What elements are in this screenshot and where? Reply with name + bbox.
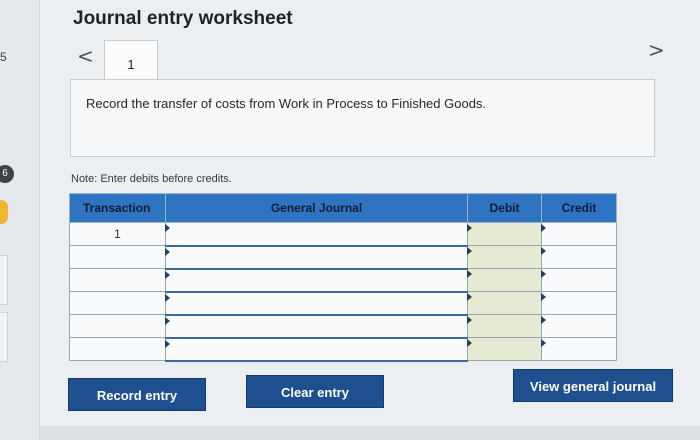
general-journal-input[interactable] (165, 337, 468, 362)
credit-input[interactable] (541, 245, 617, 269)
dropdown-marker-icon (467, 247, 472, 255)
transaction-cell: 1 (69, 222, 166, 246)
table-row (69, 291, 617, 316)
debit-input[interactable] (467, 314, 542, 338)
bottom-edge (40, 426, 700, 440)
table-row (69, 268, 617, 293)
view-general-journal-button[interactable]: View general journal (513, 369, 673, 402)
debit-input[interactable] (467, 337, 542, 361)
dropdown-marker-icon (165, 339, 170, 348)
general-journal-input[interactable] (165, 314, 468, 339)
instruction-text: Record the transfer of costs from Work i… (86, 96, 487, 111)
chevron-left-icon[interactable]: < (77, 44, 94, 68)
dropdown-marker-icon (467, 339, 472, 347)
transaction-cell (69, 268, 166, 292)
rail-panel (0, 255, 8, 305)
transaction-cell (69, 337, 166, 361)
dropdown-marker-icon (165, 316, 170, 325)
dropdown-marker-icon (541, 293, 546, 301)
instruction-panel: Record the transfer of costs from Work i… (70, 79, 655, 157)
note-text: Note: Enter debits before credits. (71, 173, 232, 185)
question-rail: 5 6 (0, 0, 40, 440)
table-header-row: Transaction General Journal Debit Credit (69, 193, 617, 223)
general-journal-input[interactable] (165, 245, 468, 270)
credit-input[interactable] (541, 337, 617, 361)
table-row (69, 245, 617, 270)
rail-panel (0, 312, 8, 362)
tab-entry-1[interactable]: 1 (104, 40, 158, 80)
table-row: 1 (69, 222, 617, 247)
question-number[interactable]: 5 (0, 50, 7, 64)
dropdown-marker-icon (541, 224, 546, 232)
transaction-cell (69, 314, 166, 338)
dropdown-marker-icon (541, 247, 546, 255)
credit-input[interactable] (541, 268, 617, 292)
debit-input[interactable] (467, 268, 542, 292)
debit-input[interactable] (467, 291, 542, 315)
header-general-journal: General Journal (165, 193, 468, 223)
question-number-active[interactable]: 6 (0, 165, 14, 183)
dropdown-marker-icon (165, 247, 170, 256)
debit-input[interactable] (467, 245, 542, 269)
progress-indicator (0, 200, 8, 224)
dropdown-marker-icon (541, 339, 546, 347)
transaction-cell (69, 245, 166, 269)
credit-input[interactable] (541, 291, 617, 315)
dropdown-marker-icon (467, 270, 472, 278)
general-journal-input[interactable] (165, 268, 468, 293)
record-entry-button[interactable]: Record entry (68, 378, 206, 411)
transaction-cell (69, 291, 166, 315)
chevron-right-icon[interactable]: > (648, 38, 665, 62)
general-journal-input[interactable] (165, 291, 468, 316)
dropdown-marker-icon (467, 224, 472, 232)
debit-input[interactable] (467, 222, 542, 246)
general-journal-input[interactable] (165, 222, 468, 247)
clear-entry-button[interactable]: Clear entry (246, 375, 384, 408)
journal-table: Transaction General Journal Debit Credit… (69, 193, 617, 362)
header-credit: Credit (541, 193, 617, 223)
dropdown-marker-icon (541, 316, 546, 324)
credit-input[interactable] (541, 222, 617, 246)
dropdown-marker-icon (165, 224, 170, 232)
page-title: Journal entry worksheet (73, 8, 293, 29)
header-transaction: Transaction (69, 193, 166, 223)
credit-input[interactable] (541, 314, 617, 338)
dropdown-marker-icon (541, 270, 546, 278)
dropdown-marker-icon (467, 293, 472, 301)
table-row (69, 314, 617, 339)
dropdown-marker-icon (165, 270, 170, 279)
dropdown-marker-icon (165, 293, 170, 302)
header-debit: Debit (467, 193, 542, 223)
dropdown-marker-icon (467, 316, 472, 324)
table-row (69, 337, 617, 362)
